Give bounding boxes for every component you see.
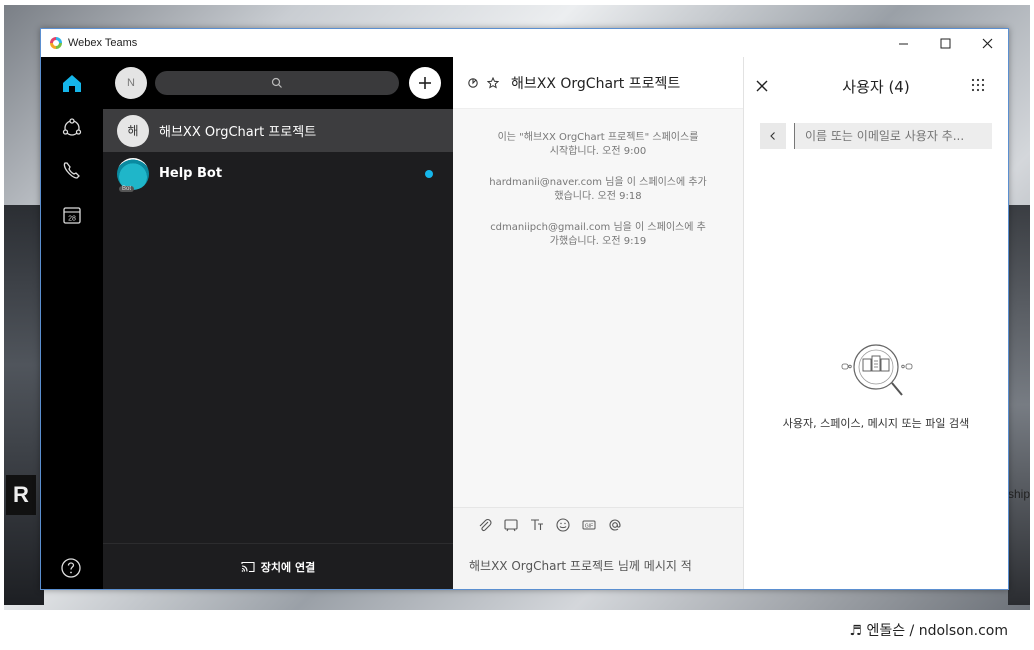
close-icon bbox=[982, 38, 992, 48]
search-button[interactable] bbox=[155, 71, 399, 95]
people-title: 사용자 (4) bbox=[842, 77, 910, 96]
title-bar: Webex Teams bbox=[41, 29, 1008, 57]
plus-icon bbox=[419, 77, 431, 89]
window-title: Webex Teams bbox=[68, 37, 138, 49]
cast-icon bbox=[241, 561, 255, 572]
calendar-icon: 28 bbox=[63, 207, 81, 224]
nav-home[interactable] bbox=[60, 71, 84, 95]
home-icon bbox=[63, 75, 81, 92]
search-illustration-icon bbox=[841, 344, 913, 396]
activity-line: 했습니다. 오전 9:18 bbox=[554, 191, 642, 202]
activity-feed: 이는 "해브XX OrgChart 프로젝트" 스페이스를 시작합니다. 오전 … bbox=[453, 109, 743, 249]
teams-icon bbox=[62, 118, 82, 136]
maximize-icon bbox=[940, 38, 950, 48]
people-search bbox=[760, 123, 992, 149]
minimize-icon bbox=[898, 43, 908, 44]
user-avatar[interactable]: N bbox=[115, 67, 147, 99]
nav-rail: 28 bbox=[41, 57, 103, 589]
space-item-helpbot[interactable]: Bot Help Bot bbox=[103, 152, 453, 195]
maximize-button[interactable] bbox=[924, 29, 966, 57]
nav-meetings[interactable]: 28 bbox=[60, 203, 84, 227]
chat-header: 해브XX OrgChart 프로젝트 bbox=[453, 57, 743, 109]
minimize-button[interactable] bbox=[882, 29, 924, 57]
help-icon[interactable] bbox=[60, 557, 82, 579]
space-name: 해브XX OrgChart 프로젝트 bbox=[159, 125, 317, 140]
webex-logo-icon bbox=[50, 37, 62, 49]
bot-badge: Bot bbox=[119, 185, 135, 192]
source-credit: ♬ 엔돌슨 / ndolson.com bbox=[849, 623, 1008, 639]
whiteboard-icon[interactable] bbox=[503, 517, 519, 533]
spaces-panel: N 해 해브XX OrgChart 프로젝트 Bot Help Bot 장치에 … bbox=[103, 57, 453, 589]
activity-line: cdmaniipch@gmail.com 님을 이 스페이스에 추 bbox=[490, 222, 706, 233]
nav-calls[interactable] bbox=[60, 159, 84, 183]
background-plate: R bbox=[6, 475, 36, 515]
app-body: 28 N 해 해브XX OrgChart 프로젝트 Bot Help Bot 장… bbox=[41, 57, 1008, 589]
notification-icon[interactable] bbox=[467, 77, 479, 89]
people-panel: 사용자 (4) 이름 또는 이메일로 사용자 추... 사용자, 스페이스, 메… bbox=[744, 57, 1008, 589]
activity-item: hardmanii@naver.com 님을 이 스페이스에 추가 했습니다. … bbox=[473, 176, 723, 204]
chat-panel: 해브XX OrgChart 프로젝트 이는 "해브XX OrgChart 프로젝… bbox=[453, 57, 744, 589]
activity-line: 시작합니다. 오전 9:00 bbox=[549, 146, 647, 157]
bot-avatar: Bot bbox=[117, 157, 149, 192]
gif-icon[interactable]: GIF bbox=[581, 517, 597, 533]
connect-device-label: 장치에 연결 bbox=[260, 560, 316, 574]
activity-line: 가했습니다. 오전 9:19 bbox=[549, 236, 647, 247]
text-format-icon[interactable] bbox=[529, 517, 545, 533]
composer-toolbar: GIF bbox=[453, 507, 743, 541]
activity-line: 이는 "해브XX OrgChart 프로젝트" 스페이스를 bbox=[497, 132, 699, 143]
svg-text:GIF: GIF bbox=[585, 523, 593, 529]
mention-icon[interactable] bbox=[607, 517, 623, 533]
favorite-star-icon[interactable] bbox=[487, 76, 499, 89]
attach-icon[interactable] bbox=[477, 517, 493, 533]
background-car-right: ship bbox=[1008, 205, 1030, 605]
back-button[interactable] bbox=[760, 123, 786, 149]
activity-item: 이는 "해브XX OrgChart 프로젝트" 스페이스를 시작합니다. 오전 … bbox=[473, 131, 723, 159]
close-window-button[interactable] bbox=[966, 29, 1008, 57]
chat-title: 해브XX OrgChart 프로젝트 bbox=[511, 75, 681, 92]
add-people-input[interactable] bbox=[794, 123, 992, 149]
unread-indicator bbox=[425, 169, 433, 178]
svg-text:28: 28 bbox=[68, 216, 76, 223]
empty-state-text: 사용자, 스페이스, 메시지 또는 파일 검색 bbox=[782, 417, 970, 430]
activity-item: cdmaniipch@gmail.com 님을 이 스페이스에 추 가했습니다.… bbox=[473, 221, 723, 249]
create-space-button[interactable] bbox=[409, 67, 441, 99]
apps-grid-icon[interactable] bbox=[970, 77, 986, 93]
space-avatar: 해 bbox=[117, 114, 149, 147]
phone-icon bbox=[63, 162, 80, 179]
app-window: Webex Teams 28 N 해 해브XX OrgChart 프로젝트 Bo… bbox=[40, 28, 1009, 590]
background-text: ship bbox=[1007, 487, 1030, 501]
spaces-header: N bbox=[103, 57, 453, 109]
space-item-orgchart[interactable]: 해 해브XX OrgChart 프로젝트 bbox=[103, 109, 453, 152]
activity-line: hardmanii@naver.com 님을 이 스페이스에 추가 bbox=[489, 177, 707, 188]
background-car-left: R bbox=[4, 205, 44, 605]
people-header: 사용자 (4) bbox=[744, 57, 1008, 115]
message-input[interactable]: 해브XX OrgChart 프로젝트 님께 메시지 적 bbox=[453, 541, 743, 589]
window-controls bbox=[882, 29, 1008, 57]
chevron-left-icon bbox=[770, 132, 775, 140]
search-icon bbox=[271, 77, 282, 88]
space-name: Help Bot bbox=[159, 166, 223, 181]
emoji-icon[interactable] bbox=[555, 517, 571, 533]
connect-device-button[interactable]: 장치에 연결 bbox=[103, 543, 453, 589]
nav-teams[interactable] bbox=[60, 116, 84, 140]
